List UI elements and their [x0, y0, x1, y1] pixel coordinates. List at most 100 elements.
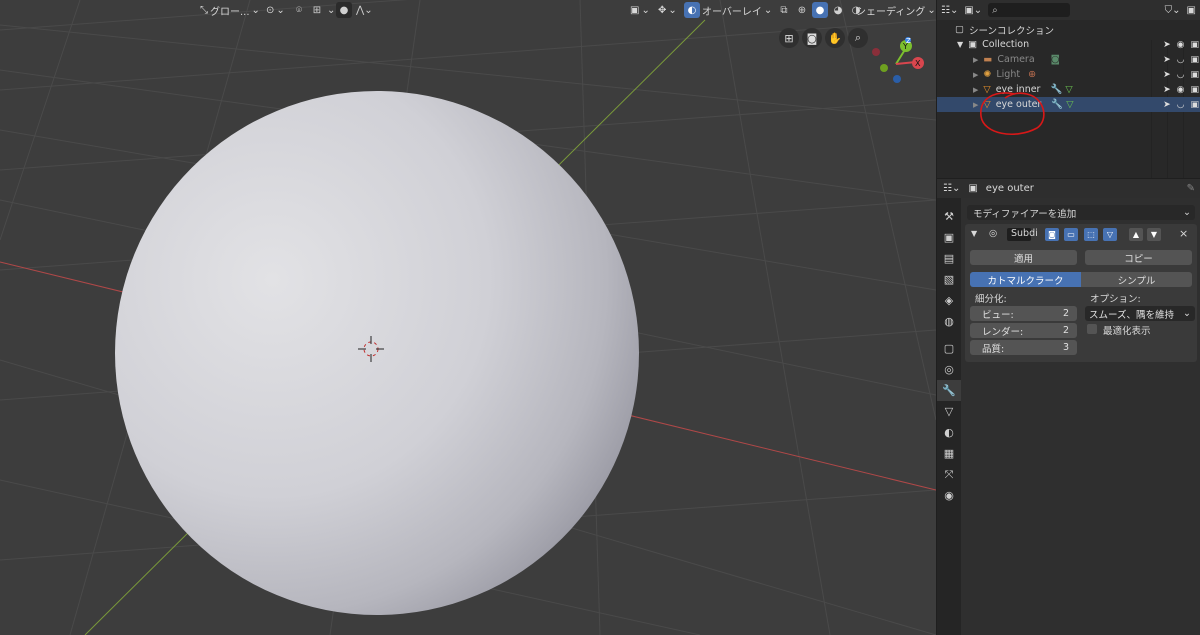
mesh-data-tab-icon[interactable]: ▽ [937, 401, 961, 422]
snap-magnet-icon[interactable]: ⌾ [291, 2, 307, 18]
constraints-tab-icon[interactable]: ⤧ [937, 464, 961, 485]
svg-text:Z: Z [906, 37, 911, 45]
physics-tab-icon[interactable]: ◎ [937, 359, 961, 380]
solid-shading-icon[interactable]: ● [812, 2, 828, 18]
pivot-point-dropdown[interactable]: ⊙ ⌄ [266, 2, 285, 18]
modifier-tab-icon[interactable]: 🔧 [937, 380, 961, 401]
outliner-item-light[interactable]: ▶ ✺ Light ⊕ ➤ ◡ ▣ [937, 67, 1200, 82]
eye-closed-icon[interactable]: ◡ [1177, 55, 1185, 65]
overlay-icon[interactable]: ◐ [684, 2, 700, 18]
axis-navigation-gizmo[interactable]: Y Z X [866, 36, 930, 88]
wrench-icon: 🔧 [1051, 99, 1064, 110]
camera-icon[interactable]: ▣ [1190, 85, 1199, 95]
camera-icon[interactable]: ▣ [1190, 100, 1199, 110]
snap-target-icon[interactable]: ⊞ [309, 2, 325, 18]
gizmo-toggle[interactable]: ✥ ⌄ [658, 2, 677, 18]
camera-view-icon[interactable]: ◙ [802, 28, 822, 48]
select-cursor-icon[interactable]: ➤ [1163, 40, 1171, 50]
eye-icon[interactable]: ◉ [1177, 40, 1185, 50]
xray-icon[interactable]: ⧉ [776, 2, 792, 18]
options-label: オプション: [1090, 294, 1141, 305]
editor-type-icon[interactable]: ☷⌄ [941, 5, 958, 16]
expand-arrow-icon[interactable]: ▼ [957, 40, 963, 49]
move-up-icon[interactable]: ▲ [1129, 228, 1143, 241]
render-levels-field[interactable]: レンダー: 2 [970, 323, 1077, 338]
material-shading-icon[interactable]: ◕ [830, 2, 846, 18]
scene-collection-label: シーンコレクション [968, 25, 1055, 37]
copy-button[interactable]: コピー [1085, 250, 1192, 265]
light-label: Light [996, 69, 1021, 80]
collection-icon: ▣ [968, 39, 978, 50]
modifier-name-field[interactable]: Subdi [1007, 228, 1038, 241]
collection-row[interactable]: ▼ ▣ Collection ➤ ◉ ▣ [937, 37, 1200, 52]
cage-icon[interactable]: ▽ [1103, 228, 1117, 241]
uv-smooth-label: スムーズ、隅を維持 [1089, 309, 1175, 321]
outliner-item-camera[interactable]: ▶ ▬ Camera ◙ ➤ ◡ ▣ [937, 52, 1200, 67]
filter-icon[interactable]: ⛉⌄ [1165, 5, 1181, 16]
expand-arrow-icon[interactable]: ▶ [973, 71, 978, 79]
camera-label: Camera [997, 54, 1035, 65]
object-data-tab-icon[interactable]: ◉ [937, 485, 961, 506]
orientation-icon: ⤡ [200, 4, 208, 16]
simple-button[interactable]: シンプル [1081, 272, 1192, 287]
quality-field[interactable]: 品質: 3 [970, 340, 1077, 355]
zoom-icon[interactable]: ⌕ [848, 28, 868, 48]
camera-perspective-icon[interactable]: ⊞ [779, 28, 799, 48]
proportional-editing[interactable]: ● ⋀⌄ [336, 2, 375, 18]
camera-icon[interactable]: ▣ [1190, 55, 1199, 65]
expand-arrow-icon[interactable]: ▶ [973, 56, 978, 64]
material-tab-icon[interactable]: ◐ [937, 422, 961, 443]
select-cursor-icon[interactable]: ➤ [1163, 85, 1171, 95]
catmull-clark-button[interactable]: カトマルクラーク [970, 272, 1081, 287]
optimal-display-checkbox[interactable] [1087, 324, 1097, 334]
output-tab-icon[interactable]: ▤ [937, 248, 961, 269]
overlay-dropdown[interactable]: ◐ オーバーレイ ⌄ [684, 2, 772, 18]
move-down-icon[interactable]: ▼ [1147, 228, 1161, 241]
pan-hand-icon[interactable]: ✋ [825, 28, 845, 48]
editmode-camera-icon[interactable]: ◙ [1045, 228, 1059, 241]
camera-icon[interactable]: ▣ [1190, 70, 1199, 80]
editmode-vertex-icon[interactable]: ⬚ [1084, 228, 1098, 241]
display-mode-icon[interactable]: ▣⌄ [964, 5, 982, 16]
view-object-types[interactable]: ▣ ⌄ [630, 2, 650, 18]
proportional-edit-icon[interactable]: ● [336, 2, 352, 18]
eye-closed-icon[interactable]: ◡ [1177, 70, 1185, 80]
close-icon[interactable]: × [1179, 227, 1188, 240]
object-tab-icon[interactable]: ▢ [937, 338, 961, 359]
camera-icon[interactable]: ▣ [1190, 40, 1199, 50]
texture-tab-icon[interactable]: ▦ [937, 443, 961, 464]
outliner-search-input[interactable]: ⌕ [988, 3, 1071, 17]
wireframe-shading-icon[interactable]: ⊕ [794, 2, 810, 18]
render-tab-icon[interactable]: ▣ [937, 227, 961, 248]
apply-button[interactable]: 適用 [970, 250, 1077, 265]
realtime-display-icon[interactable]: ▭ [1064, 228, 1078, 241]
snap-controls[interactable]: ⌾ ⊞ ⌄ [291, 2, 335, 18]
select-cursor-icon[interactable]: ➤ [1163, 70, 1171, 80]
pivot-icon: ⊙ [266, 4, 275, 16]
editor-type-icon[interactable]: ☷⌄ [943, 183, 960, 194]
new-collection-icon[interactable]: ▣ [1187, 5, 1196, 16]
viewport-levels-field[interactable]: ビュー: 2 [970, 306, 1077, 321]
3d-viewport[interactable]: ⤡ グロー... ⌄ ⊙ ⌄ ⌾ ⊞ ⌄ ● ⋀⌄ ▣ ⌄ ✥ ⌄ ◐ オーバーレイ … [0, 0, 936, 635]
wrench-icon: 🔧 [1050, 84, 1063, 95]
scene-collection-row[interactable]: ▢ シーンコレクション [937, 22, 1200, 37]
add-modifier-label: モディファイアーを追加 [973, 208, 1077, 220]
transform-orientation-dropdown[interactable]: ⤡ グロー... ⌄ [200, 2, 260, 18]
add-modifier-dropdown[interactable]: モディファイアーを追加 ⌄ [967, 205, 1195, 220]
orientation-label: グロー... [210, 6, 250, 18]
select-cursor-icon[interactable]: ➤ [1163, 55, 1171, 65]
pin-icon[interactable]: ✎ [1187, 183, 1195, 194]
select-cursor-icon[interactable]: ➤ [1163, 100, 1171, 110]
uv-smooth-dropdown[interactable]: スムーズ、隅を維持 ⌄ [1085, 306, 1195, 321]
eye-icon[interactable]: ◉ [1177, 85, 1185, 95]
falloff-icon[interactable]: ⋀⌄ [354, 2, 375, 18]
tool-tab-icon[interactable]: ⚒ [937, 206, 961, 227]
eye-closed-icon[interactable]: ◡ [1177, 100, 1185, 110]
view-layer-tab-icon[interactable]: ▧ [937, 269, 961, 290]
scene-tab-icon[interactable]: ◈ [937, 290, 961, 311]
shading-mode-buttons[interactable]: ⧉ ⊕ ● ◕ ◑ [776, 2, 864, 18]
collapse-arrow-icon[interactable]: ▼ [971, 229, 977, 238]
annotation-circle [980, 92, 1045, 136]
world-tab-icon[interactable]: ◍ [937, 311, 961, 332]
shading-dropdown[interactable]: シェーディング ⌄ [856, 2, 936, 18]
